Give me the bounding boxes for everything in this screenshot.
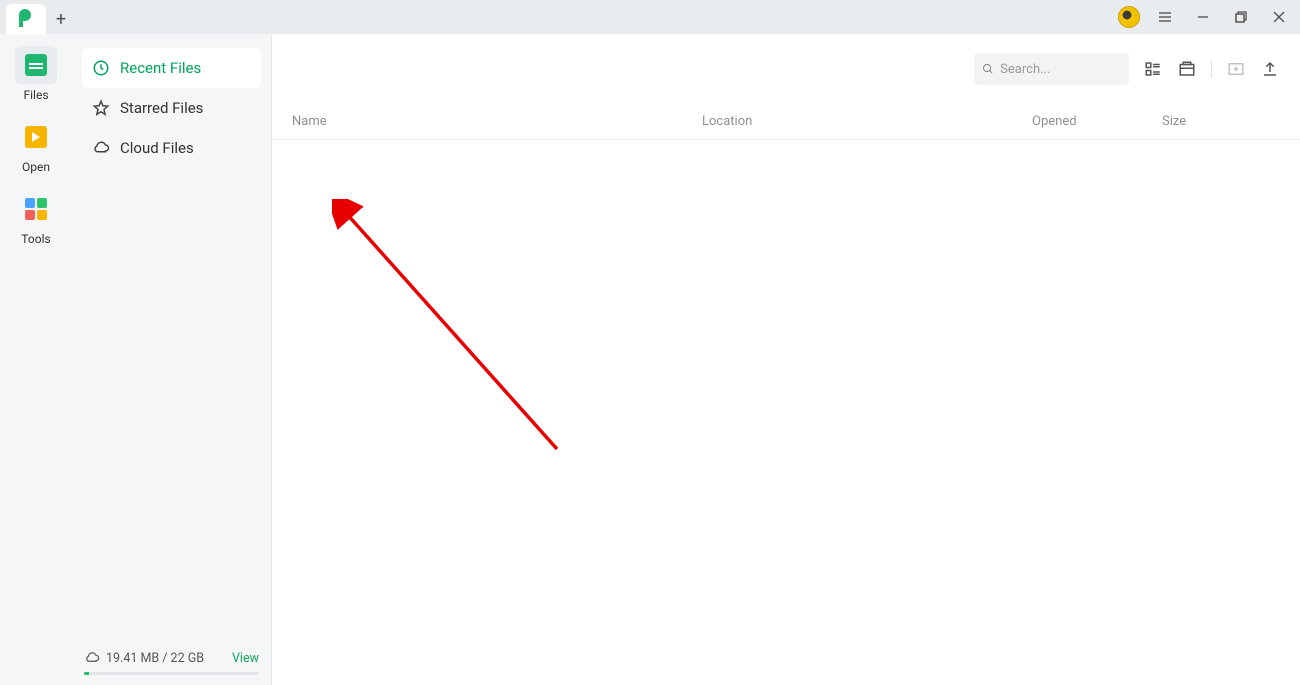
search-input[interactable] bbox=[1000, 62, 1121, 77]
left-rail: Files Open Tools bbox=[0, 34, 72, 685]
search-box[interactable] bbox=[974, 53, 1129, 85]
close-button[interactable] bbox=[1266, 4, 1292, 30]
titlebar-right bbox=[1118, 4, 1292, 30]
maximize-button[interactable] bbox=[1228, 4, 1254, 30]
cloud-icon bbox=[92, 139, 110, 157]
tools-icon bbox=[25, 198, 47, 220]
search-icon bbox=[982, 62, 994, 76]
storage-text: 19.41 MB / 22 GB bbox=[106, 651, 204, 666]
col-size[interactable]: Size bbox=[1162, 114, 1280, 129]
rail-label-open: Open bbox=[22, 160, 50, 174]
col-name[interactable]: Name bbox=[292, 114, 702, 129]
storage-bar-fill bbox=[84, 672, 89, 675]
sidebar-item-recent[interactable]: Recent Files bbox=[82, 48, 261, 88]
rail-item-tools[interactable]: Tools bbox=[10, 190, 62, 246]
col-location[interactable]: Location bbox=[702, 114, 1032, 129]
titlebar: + bbox=[0, 0, 1300, 34]
cloud-storage-icon bbox=[84, 650, 100, 666]
open-icon bbox=[25, 126, 47, 148]
titlebar-left: + bbox=[0, 0, 76, 34]
storage-view-link[interactable]: View bbox=[232, 651, 259, 666]
storage-indicator: 19.41 MB / 22 GB View bbox=[84, 650, 259, 675]
annotation-arrow bbox=[332, 199, 592, 479]
sidebar-label-recent: Recent Files bbox=[120, 59, 201, 77]
sidebar-item-starred[interactable]: Starred Files bbox=[82, 88, 261, 128]
user-avatar[interactable] bbox=[1118, 6, 1140, 28]
clock-icon bbox=[92, 59, 110, 77]
rail-item-files[interactable]: Files bbox=[10, 46, 62, 102]
app-logo-icon bbox=[16, 9, 36, 29]
hamburger-menu-icon[interactable] bbox=[1152, 4, 1178, 30]
app-tab[interactable] bbox=[6, 4, 46, 34]
column-headers: Name Location Opened Size bbox=[272, 104, 1300, 140]
main-area: Name Location Opened Size bbox=[272, 34, 1300, 685]
new-tab-button[interactable]: + bbox=[46, 4, 76, 34]
storage-bar bbox=[84, 672, 259, 675]
rail-label-files: Files bbox=[23, 88, 48, 102]
main-toolbar bbox=[272, 34, 1300, 104]
rail-label-tools: Tools bbox=[21, 232, 50, 246]
app-body: Files Open Tools Recent Files Starred Fi… bbox=[0, 34, 1300, 685]
toolbar-separator bbox=[1211, 60, 1212, 78]
col-opened[interactable]: Opened bbox=[1032, 114, 1162, 129]
sidebar-label-cloud: Cloud Files bbox=[120, 139, 194, 157]
templates-icon[interactable] bbox=[1177, 59, 1197, 79]
sidebar-item-cloud[interactable]: Cloud Files bbox=[82, 128, 261, 168]
minimize-button[interactable] bbox=[1190, 4, 1216, 30]
rail-item-open[interactable]: Open bbox=[10, 118, 62, 174]
sidebar-label-starred: Starred Files bbox=[120, 99, 203, 117]
star-icon bbox=[92, 99, 110, 117]
new-folder-icon[interactable] bbox=[1226, 59, 1246, 79]
files-icon bbox=[25, 54, 47, 76]
list-view-icon[interactable] bbox=[1143, 59, 1163, 79]
sidebar: Recent Files Starred Files Cloud Files 1… bbox=[72, 34, 272, 685]
upload-icon[interactable] bbox=[1260, 59, 1280, 79]
